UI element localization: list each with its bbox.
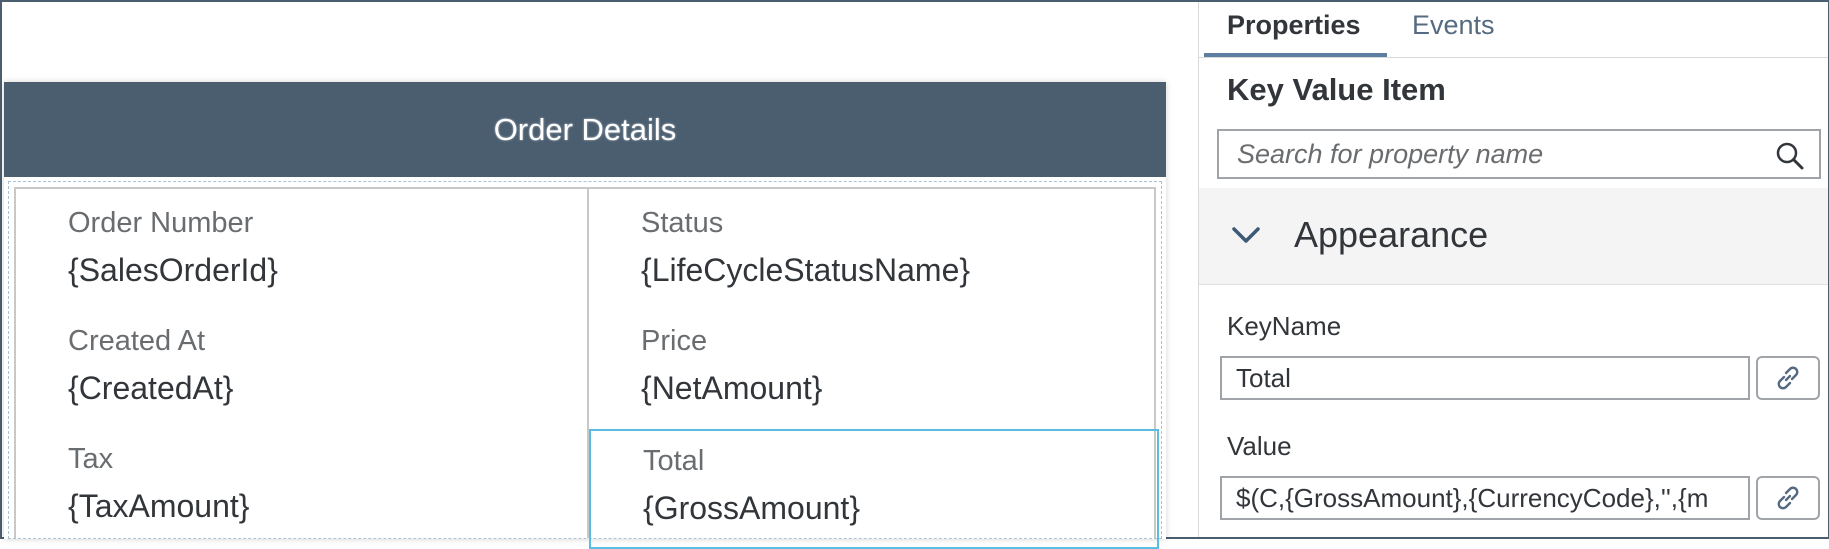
tab-properties[interactable]: Properties	[1227, 10, 1361, 41]
key-value-item-status[interactable]: Status {LifeCycleStatusName}	[641, 207, 970, 289]
item-value: {LifeCycleStatusName}	[641, 252, 971, 288]
item-key: Total	[643, 445, 705, 477]
order-details-card[interactable]: Order Details Order Number {SalesOrderId…	[4, 82, 1166, 549]
link-icon	[1777, 366, 1799, 390]
active-tab-indicator	[1204, 53, 1387, 57]
key-value-item-price[interactable]: Price {NetAmount}	[641, 325, 822, 407]
card-header[interactable]: Order Details	[4, 82, 1166, 177]
item-value: {NetAmount}	[641, 370, 823, 406]
key-value-item-created-at[interactable]: Created At {CreatedAt}	[68, 325, 233, 407]
item-key: Price	[641, 325, 708, 357]
section-title: Appearance	[1294, 214, 1489, 255]
search-input[interactable]	[1235, 131, 1759, 177]
key-value-item-order-number[interactable]: Order Number {SalesOrderId}	[68, 207, 278, 289]
panel-title: Key Value Item	[1227, 72, 1446, 107]
item-key: Tax	[68, 443, 114, 475]
item-value: {TaxAmount}	[68, 488, 250, 524]
panel-tabs: Properties Events	[1199, 2, 1828, 58]
design-canvas[interactable]: Order Details Order Number {SalesOrderId…	[2, 2, 1198, 549]
chevron-down-icon[interactable]	[1229, 218, 1263, 257]
value-label: Value	[1227, 431, 1292, 461]
item-key: Order Number	[68, 207, 254, 239]
item-key: Status	[641, 207, 724, 239]
appearance-section-header[interactable]: Appearance	[1199, 188, 1828, 285]
keyname-input[interactable]: Total	[1220, 356, 1750, 400]
key-value-item-tax[interactable]: Tax {TaxAmount}	[68, 443, 249, 525]
search-icon[interactable]	[1775, 141, 1805, 176]
properties-panel: Properties Events Key Value Item Appeara…	[1198, 2, 1828, 537]
value-input[interactable]: $(C,{GrossAmount},{CurrencyCode},'',{m	[1220, 476, 1750, 520]
key-value-item-total-selected[interactable]: Total {GrossAmount}	[589, 429, 1159, 549]
keyname-bind-button[interactable]	[1756, 356, 1820, 400]
item-key: Created At	[68, 325, 206, 357]
item-value: {SalesOrderId}	[68, 252, 278, 288]
link-icon	[1777, 486, 1799, 510]
key-value-grid: Order Number {SalesOrderId} Status {Life…	[14, 187, 1159, 549]
item-value: {CreatedAt}	[68, 370, 234, 406]
keyname-label: KeyName	[1227, 311, 1342, 341]
key-value-container[interactable]: Order Number {SalesOrderId} Status {Life…	[8, 181, 1162, 549]
item-value: {GrossAmount}	[643, 490, 860, 526]
property-search[interactable]	[1217, 129, 1821, 179]
tab-events[interactable]: Events	[1412, 10, 1495, 41]
value-bind-button[interactable]	[1756, 476, 1820, 520]
card-title: Order Details	[493, 111, 677, 147]
